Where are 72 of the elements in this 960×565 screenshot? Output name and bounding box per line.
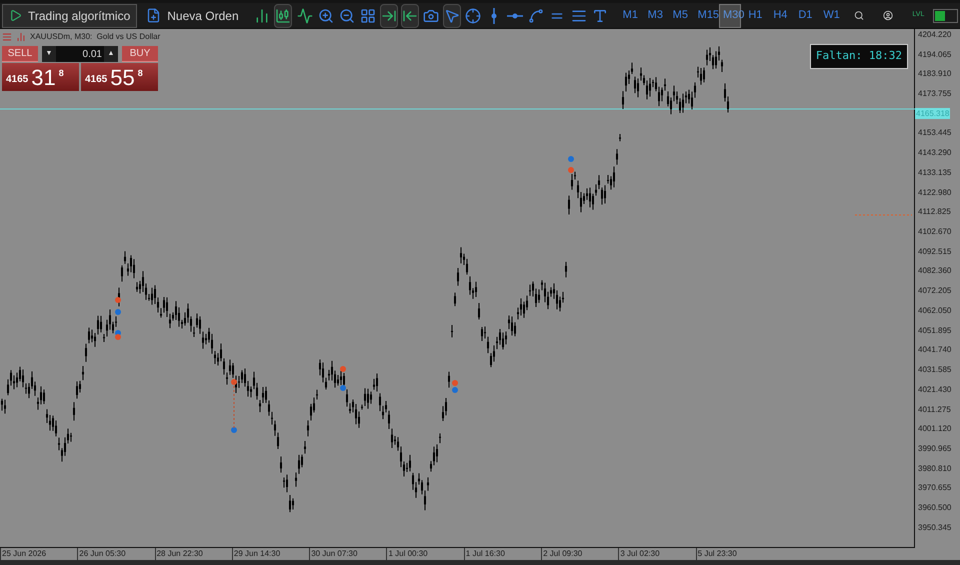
timeframe-tab[interactable]: W1 <box>819 4 842 28</box>
price-label: 4072.205 <box>917 285 952 298</box>
arrow-left-tool[interactable] <box>400 4 419 28</box>
price-label: 4133.135 <box>917 166 952 179</box>
horizontal-lines-icon <box>570 8 587 24</box>
line-chart-icon <box>296 8 312 24</box>
cursor-tool[interactable] <box>443 4 462 28</box>
sell-price-prefix: 4165 <box>6 73 28 87</box>
price-label: 4001.120 <box>917 423 952 436</box>
camera-icon <box>422 8 439 24</box>
arrow-right-tool[interactable] <box>380 4 398 28</box>
price-label: 4011.275 <box>917 404 951 416</box>
arrow-right-icon <box>380 8 397 24</box>
price-label: 4194.065 <box>917 48 952 61</box>
account-icon[interactable] <box>883 8 894 23</box>
timeframe-tab[interactable]: H1 <box>744 4 766 28</box>
vertical-line-icon <box>490 8 498 24</box>
horizontal-line-icon <box>507 12 524 20</box>
buy-price-prefix: 4165 <box>85 73 108 87</box>
current-price-label: 4165.318 <box>915 108 950 120</box>
price-label: 3980.810 <box>917 462 952 475</box>
sell-price-pips: 31 <box>31 67 56 89</box>
chart-icon <box>16 32 26 42</box>
new-order-button[interactable]: Nueva Orden <box>140 4 245 28</box>
price-label: 4082.360 <box>917 265 952 278</box>
buy-price-fraction: 8 <box>138 67 143 80</box>
timeframe-tab[interactable]: M5 <box>668 4 691 28</box>
price-label: 4031.585 <box>917 364 952 376</box>
price-label: 4173.755 <box>917 88 952 100</box>
play-icon <box>9 9 22 22</box>
sell-button[interactable]: SELL <box>2 46 38 62</box>
price-label: 4051.895 <box>917 324 952 337</box>
price-label: 4092.515 <box>917 246 952 258</box>
price-label: 3950.345 <box>917 522 952 534</box>
timeframe-tab[interactable]: D1 <box>794 4 816 28</box>
text-icon <box>592 8 608 24</box>
price-label: 3960.500 <box>917 502 952 514</box>
trend-line-icon <box>528 8 544 24</box>
bar-chart-icon <box>254 8 270 24</box>
price-label: 3990.965 <box>917 442 952 455</box>
buy-price-pips: 55 <box>110 67 135 89</box>
price-label: 3970.655 <box>917 482 952 494</box>
price-label: 4062.050 <box>917 304 952 317</box>
timeframe-tab[interactable]: H4 <box>769 4 792 28</box>
price-label: 4143.290 <box>917 147 952 160</box>
price-label: 4122.980 <box>917 186 952 199</box>
price-label: 4102.670 <box>917 226 952 238</box>
sell-price-fraction: 8 <box>58 67 64 80</box>
timeframe-tab[interactable]: M1 <box>618 4 641 28</box>
zoom-in-icon <box>318 8 334 24</box>
arrow-left-icon <box>402 8 418 24</box>
cursor-icon <box>444 8 460 24</box>
candlestick-icon <box>275 8 292 24</box>
price-label: 4021.430 <box>917 384 952 396</box>
document-plus-icon <box>146 8 162 23</box>
countdown-timer: Faltan: 18:32 <box>810 44 908 68</box>
timeframe-tab[interactable]: M30 <box>718 4 742 28</box>
timeframe-tab[interactable]: M15 <box>694 4 716 28</box>
price-label: 4153.445 <box>917 127 952 140</box>
buy-button[interactable]: BUY <box>122 46 158 62</box>
candlestick-tool[interactable] <box>274 4 292 28</box>
crosshair-icon <box>465 8 482 24</box>
zoom-out-icon <box>338 8 355 24</box>
algo-trading-button[interactable]: Trading algorítmico <box>2 4 138 28</box>
price-label: 4041.740 <box>917 344 952 356</box>
timeframe-tab[interactable]: M3 <box>644 4 666 28</box>
price-label: 4204.220 <box>917 28 952 41</box>
volume-field[interactable]: 0.01 <box>56 46 104 62</box>
price-label: 4112.825 <box>917 206 951 218</box>
symbol-title: XAUUSDm, M30: Gold vs US Dollar <box>30 31 160 43</box>
grid-icon <box>360 8 376 24</box>
price-label: 4183.910 <box>917 68 952 80</box>
